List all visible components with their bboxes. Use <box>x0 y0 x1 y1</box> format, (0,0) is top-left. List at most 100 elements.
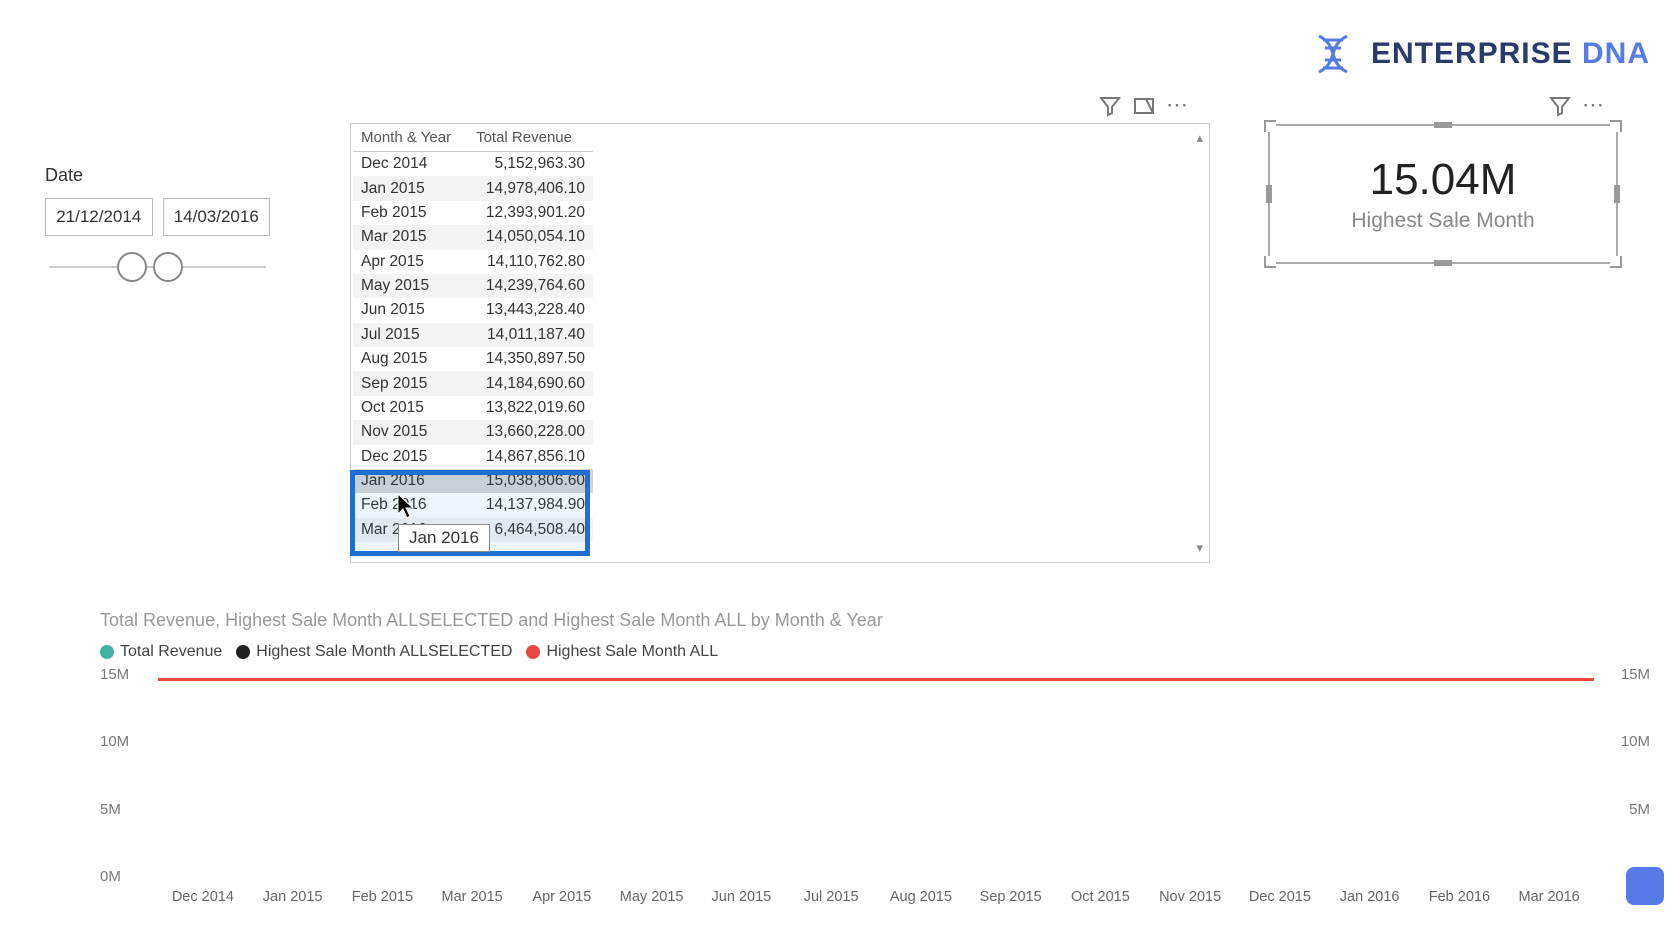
table-row[interactable]: Sep 201514,184,690.60 <box>353 371 593 395</box>
x-tick: Jan 2015 <box>248 889 338 905</box>
table-row[interactable]: Jan 201514,978,406.10 <box>353 176 593 200</box>
table-row[interactable]: May 201514,239,764.60 <box>353 274 593 298</box>
selection-handle[interactable] <box>1266 185 1272 203</box>
selection-handle[interactable] <box>1264 120 1276 132</box>
dna-icon <box>1309 30 1357 78</box>
brand-suffix: DNA <box>1582 37 1650 70</box>
y-axis-left: 0M5M10M15M <box>100 675 148 877</box>
subscribe-badge[interactable] <box>1626 867 1664 905</box>
scroll-up-icon[interactable]: ▴ <box>1196 130 1203 146</box>
x-tick: Jan 2016 <box>1325 889 1415 905</box>
x-tick: Sep 2015 <box>966 889 1056 905</box>
kpi-label: Highest Sale Month <box>1351 209 1534 233</box>
cell-value: 12,393,901.20 <box>468 201 593 225</box>
y-tick: 5M <box>1602 801 1650 818</box>
cell-month: Jan 2015 <box>353 176 468 200</box>
x-tick: May 2015 <box>607 889 697 905</box>
x-tick: Dec 2015 <box>1235 889 1325 905</box>
cell-value: 14,137,984.90 <box>468 493 593 517</box>
tooltip: Jan 2016 <box>398 524 490 552</box>
selection-handle[interactable] <box>1434 260 1452 266</box>
cell-month: Mar 2015 <box>353 225 468 249</box>
kpi-card-highest-sale[interactable]: 15.04M Highest Sale Month <box>1268 124 1618 264</box>
table-row[interactable]: Dec 201514,867,856.10 <box>353 445 593 469</box>
brand-logo: ENTERPRISE DNA <box>1309 30 1650 78</box>
legend-swatch <box>236 645 250 659</box>
y-tick: 15M <box>100 666 148 683</box>
y-tick: 10M <box>1602 733 1650 750</box>
date-from-input[interactable]: 21/12/2014 <box>45 198 153 236</box>
y-tick: 5M <box>100 801 148 818</box>
y-axis-right: 0M5M10M15M <box>1602 675 1650 877</box>
legend-item[interactable]: Highest Sale Month ALLSELECTED <box>236 643 512 661</box>
table-row[interactable]: Jun 201513,443,228.40 <box>353 298 593 322</box>
card-visual-header: ⋯ <box>1548 94 1606 118</box>
legend-item[interactable]: Total Revenue <box>100 643 222 661</box>
chart-title: Total Revenue, Highest Sale Month ALLSEL… <box>100 610 1650 631</box>
table-row[interactable]: Feb 201512,393,901.20 <box>353 201 593 225</box>
slider-thumb-end[interactable] <box>153 252 183 282</box>
cell-value: 13,822,019.60 <box>468 396 593 420</box>
cell-month: Jan 2016 <box>353 469 468 493</box>
x-tick: Feb 2015 <box>338 889 428 905</box>
cell-month: Apr 2015 <box>353 250 468 274</box>
table-row[interactable]: Aug 201514,350,897.50 <box>353 347 593 371</box>
table-row[interactable]: Mar 201514,050,054.10 <box>353 225 593 249</box>
cell-month: Jun 2015 <box>353 298 468 322</box>
cell-month: Dec 2015 <box>353 445 468 469</box>
filter-icon[interactable] <box>1098 94 1122 118</box>
table-row[interactable]: Jul 201514,011,187.40 <box>353 323 593 347</box>
more-options-icon[interactable]: ⋯ <box>1582 94 1606 118</box>
cell-value: 5,152,963.30 <box>468 152 593 177</box>
brand-name: ENTERPRISE <box>1371 37 1573 70</box>
x-tick: Oct 2015 <box>1056 889 1146 905</box>
cell-value: 14,239,764.60 <box>468 274 593 298</box>
cursor-icon <box>396 492 416 520</box>
x-tick: Jul 2015 <box>786 889 876 905</box>
table-row[interactable]: Dec 20145,152,963.30 <box>353 152 593 177</box>
cell-value: 14,350,897.50 <box>468 347 593 371</box>
cell-month: Nov 2015 <box>353 420 468 444</box>
cell-value: 15,038,806.60 <box>468 469 593 493</box>
slider-thumb-start[interactable] <box>117 252 147 282</box>
cell-value: 14,867,856.10 <box>468 445 593 469</box>
legend-label: Highest Sale Month ALL <box>546 643 718 661</box>
table-row[interactable]: Feb 201614,137,984.90 <box>353 493 593 517</box>
date-slicer: Date 21/12/2014 14/03/2016 <box>45 165 270 284</box>
table-row[interactable]: Oct 201513,822,019.60 <box>353 396 593 420</box>
date-slider[interactable] <box>49 248 266 284</box>
legend-swatch <box>526 645 540 659</box>
plot-area <box>158 675 1594 877</box>
revenue-table: Month & Year Total Revenue Dec 20145,152… <box>353 124 593 542</box>
cell-value: 13,443,228.40 <box>468 298 593 322</box>
selection-handle[interactable] <box>1610 256 1622 268</box>
legend-item[interactable]: Highest Sale Month ALL <box>526 643 718 661</box>
date-to-input[interactable]: 14/03/2016 <box>163 198 271 236</box>
cell-value: 14,011,187.40 <box>468 323 593 347</box>
col-header-revenue[interactable]: Total Revenue <box>468 124 593 152</box>
cell-value: 14,978,406.10 <box>468 176 593 200</box>
table-row[interactable]: Jan 201615,038,806.60 <box>353 469 593 493</box>
cell-month: Jul 2015 <box>353 323 468 347</box>
selection-handle[interactable] <box>1434 122 1452 128</box>
revenue-table-visual[interactable]: Month & Year Total Revenue Dec 20145,152… <box>350 123 1210 563</box>
scroll-down-icon[interactable]: ▾ <box>1196 540 1203 556</box>
x-tick: Aug 2015 <box>876 889 966 905</box>
more-options-icon[interactable]: ⋯ <box>1166 94 1190 118</box>
legend-label: Total Revenue <box>120 643 222 661</box>
filter-icon[interactable] <box>1548 94 1572 118</box>
y-tick: 10M <box>100 733 148 750</box>
selection-handle[interactable] <box>1264 256 1276 268</box>
y-tick: 15M <box>1602 666 1650 683</box>
x-tick: Feb 2016 <box>1415 889 1505 905</box>
focus-mode-icon[interactable] <box>1132 94 1156 118</box>
combo-chart[interactable]: Total Revenue, Highest Sale Month ALLSEL… <box>100 610 1650 905</box>
table-row[interactable]: Nov 201513,660,228.00 <box>353 420 593 444</box>
y-tick: 0M <box>100 868 148 885</box>
selection-handle[interactable] <box>1614 185 1620 203</box>
selection-handle[interactable] <box>1610 120 1622 132</box>
kpi-value: 15.04M <box>1370 155 1517 205</box>
col-header-month[interactable]: Month & Year <box>353 124 468 152</box>
slicer-title: Date <box>45 165 270 186</box>
table-row[interactable]: Apr 201514,110,762.80 <box>353 250 593 274</box>
